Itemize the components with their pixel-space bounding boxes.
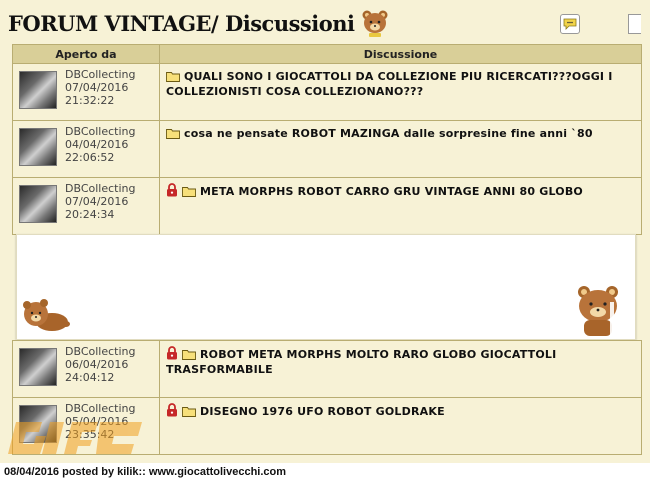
lock-icon bbox=[167, 183, 177, 197]
lying-bear-icon bbox=[23, 299, 70, 331]
scroll-edge bbox=[628, 14, 641, 34]
topic-link[interactable]: DISEGNO 1976 UFO ROBOT GOLDRAKE bbox=[200, 405, 445, 418]
post-date: 04/04/2016 bbox=[65, 138, 129, 151]
topic-link[interactable]: QUALI SONO I GIOCATTOLI DA COLLEZIONE PI… bbox=[166, 70, 613, 98]
folder-icon bbox=[182, 350, 196, 360]
forum-frame: FORUM VINTAGE/ Discussioni Aperto da Dis… bbox=[0, 0, 650, 463]
author-cell: DBCollecting 07/04/2016 21:32:22 bbox=[12, 63, 160, 121]
author-name[interactable]: DBCollecting bbox=[65, 68, 136, 81]
speech-bubble-icon[interactable] bbox=[560, 14, 580, 34]
folder-icon bbox=[166, 72, 180, 82]
author-name[interactable]: DBCollecting bbox=[65, 125, 136, 138]
folder-icon bbox=[182, 407, 196, 417]
topic-cell: QUALI SONO I GIOCATTOLI DA COLLEZIONE PI… bbox=[159, 63, 642, 121]
topic-link[interactable]: META MORPHS ROBOT CARRO GRU VINTAGE ANNI… bbox=[200, 185, 583, 198]
lock-icon bbox=[167, 346, 177, 360]
avatar[interactable] bbox=[19, 348, 57, 386]
footer-caption: 08/04/2016 posted by kilik:: www.giocatt… bbox=[4, 466, 287, 478]
author-cell: DBCollecting 04/04/2016 22:06:52 bbox=[12, 120, 160, 178]
site-logo-watermark bbox=[8, 422, 142, 454]
post-time: 24:04:12 bbox=[65, 371, 115, 384]
table-row: DBCollecting 07/04/2016 21:32:22 QUALI S… bbox=[12, 63, 642, 121]
post-date: 07/04/2016 bbox=[65, 81, 129, 94]
topic-cell: cosa ne pensate ROBOT MAZINGA dalle sorp… bbox=[159, 120, 642, 178]
advertisement-banner[interactable] bbox=[16, 234, 636, 340]
author-name[interactable]: DBCollecting bbox=[65, 345, 136, 358]
discussion-table: Aperto da Discussione DBCollecting 07/04… bbox=[12, 44, 642, 235]
avatar[interactable] bbox=[19, 71, 57, 109]
post-date: 06/04/2016 bbox=[65, 358, 129, 371]
table-row: DBCollecting 06/04/2016 24:04:12 ROBOT M… bbox=[12, 340, 642, 398]
topic-cell: ROBOT META MORPHS MOLTO RARO GLOBO GIOCA… bbox=[159, 340, 642, 398]
column-header-author[interactable]: Aperto da bbox=[12, 44, 160, 64]
column-header-topic[interactable]: Discussione bbox=[159, 44, 642, 64]
topic-cell: DISEGNO 1976 UFO ROBOT GOLDRAKE bbox=[159, 397, 642, 455]
author-cell: DBCollecting 06/04/2016 24:04:12 bbox=[12, 340, 160, 398]
folder-icon bbox=[166, 129, 180, 139]
topic-link[interactable]: cosa ne pensate ROBOT MAZINGA dalle sorp… bbox=[184, 127, 593, 140]
avatar[interactable] bbox=[19, 185, 57, 223]
folder-icon bbox=[182, 187, 196, 197]
author-cell: DBCollecting 07/04/2016 20:24:34 bbox=[12, 177, 160, 235]
teddy-bear-icon bbox=[362, 10, 388, 37]
post-date: 07/04/2016 bbox=[65, 195, 129, 208]
topic-link[interactable]: ROBOT META MORPHS MOLTO RARO GLOBO GIOCA… bbox=[166, 348, 556, 376]
table-row: DBCollecting 04/04/2016 22:06:52 cosa ne… bbox=[12, 120, 642, 178]
post-time: 21:32:22 bbox=[65, 94, 115, 107]
post-time: 22:06:52 bbox=[65, 151, 115, 164]
lock-icon bbox=[167, 403, 177, 417]
topic-cell: META MORPHS ROBOT CARRO GRU VINTAGE ANNI… bbox=[159, 177, 642, 235]
table-header-row: Aperto da Discussione bbox=[12, 44, 642, 64]
table-row: DBCollecting 07/04/2016 20:24:34 META MO… bbox=[12, 177, 642, 235]
page-title: FORUM VINTAGE/ Discussioni bbox=[8, 10, 355, 36]
page-header: FORUM VINTAGE/ Discussioni bbox=[8, 6, 390, 40]
post-time: 20:24:34 bbox=[65, 208, 115, 221]
author-name[interactable]: DBCollecting bbox=[65, 182, 136, 195]
avatar[interactable] bbox=[19, 128, 57, 166]
peeking-bear-icon bbox=[578, 286, 618, 336]
